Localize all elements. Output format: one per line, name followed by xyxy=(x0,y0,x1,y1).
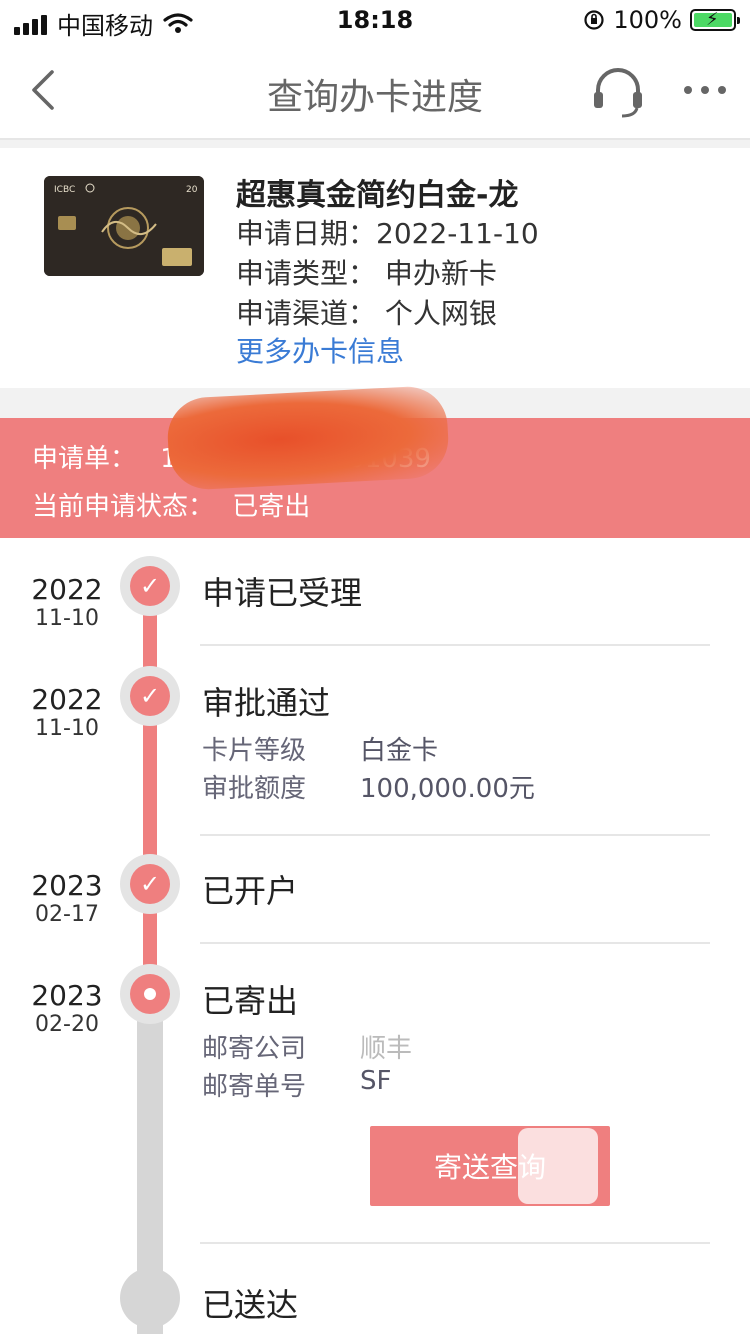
nav-bar: 查询办卡进度 xyxy=(0,40,750,140)
detail-label: 审批额度 xyxy=(202,774,307,804)
step-title: 申请已受理 xyxy=(202,574,363,612)
step-title: 已送达 xyxy=(202,1286,299,1324)
step-date: 2023 02-17 xyxy=(31,869,103,928)
application-number-label: 申请单： xyxy=(32,444,137,474)
orientation-lock-icon xyxy=(584,10,604,30)
check-icon: ✓ xyxy=(130,566,170,606)
redaction-smudge xyxy=(165,384,451,492)
detail-label: 邮寄公司 xyxy=(202,1034,307,1064)
progress-timeline: 2022 11-10 ✓ 申请已受理 2022 11-10 ✓ 审批通过 卡片等… xyxy=(0,538,750,1334)
battery-icon: ⚡ xyxy=(690,9,740,31)
credit-card-image: ICBC 20 xyxy=(44,176,204,276)
detail-value: 白金卡 xyxy=(360,736,439,766)
battery-percent: 100% xyxy=(613,6,682,34)
detail-value: SF xyxy=(360,1066,392,1096)
section-gap xyxy=(0,140,750,148)
application-status: 当前申请状态： 已寄出 xyxy=(32,486,310,523)
status-right: 100% ⚡ xyxy=(583,6,740,34)
divider xyxy=(200,1242,710,1244)
step-date: 2023 02-20 xyxy=(31,979,103,1038)
detail-value: 100,000.00元 xyxy=(360,774,535,804)
step-title: 已寄出 xyxy=(202,982,299,1020)
check-icon: ✓ xyxy=(130,864,170,904)
status-label: 当前申请状态： xyxy=(32,492,215,522)
detail-label: 卡片等级 xyxy=(202,736,307,766)
apply-date: 申请日期：2022-11-10 xyxy=(236,217,539,250)
card-info-section: ICBC 20 超惠真金简约白金-龙 申请日期：2022-11-10 申请类型：… xyxy=(0,148,750,388)
redaction-glare xyxy=(518,1128,598,1204)
detail-label: 邮寄单号 xyxy=(202,1072,307,1102)
step-node: ✓ xyxy=(120,666,180,726)
status-bar: 中国移动 18:18 100% ⚡ xyxy=(0,0,750,40)
headset-icon[interactable] xyxy=(590,64,646,120)
divider xyxy=(200,644,710,646)
step-node-pending xyxy=(120,1268,180,1328)
step-title: 审批通过 xyxy=(202,684,331,722)
divider xyxy=(200,834,710,836)
apply-type: 申请类型： 申办新卡 xyxy=(236,257,497,290)
step-date: 2022 11-10 xyxy=(31,573,103,632)
detail-value: 顺丰 xyxy=(360,1034,413,1064)
app-screen: 中国移动 18:18 100% ⚡ 查询办卡进度 ICBC 20 超惠真金简约白… xyxy=(0,0,750,1334)
apply-channel: 申请渠道： 个人网银 xyxy=(236,297,497,330)
status-value: 已寄出 xyxy=(232,492,311,522)
current-dot-icon xyxy=(144,988,156,1000)
step-node: ✓ xyxy=(120,556,180,616)
timeline-track-done xyxy=(143,586,157,990)
card-name: 超惠真金简约白金-龙 xyxy=(236,178,519,213)
more-card-info-link[interactable]: 更多办卡信息 xyxy=(236,330,404,370)
card-year-text: 20 xyxy=(186,185,198,195)
check-icon: ✓ xyxy=(130,676,170,716)
step-title: 已开户 xyxy=(202,872,299,910)
divider xyxy=(200,942,710,944)
more-icon[interactable] xyxy=(680,70,730,110)
step-node: ✓ xyxy=(120,854,180,914)
card-brand-text: ICBC xyxy=(54,185,75,195)
step-node-current xyxy=(120,964,180,1024)
step-date: 2022 11-10 xyxy=(31,683,103,742)
